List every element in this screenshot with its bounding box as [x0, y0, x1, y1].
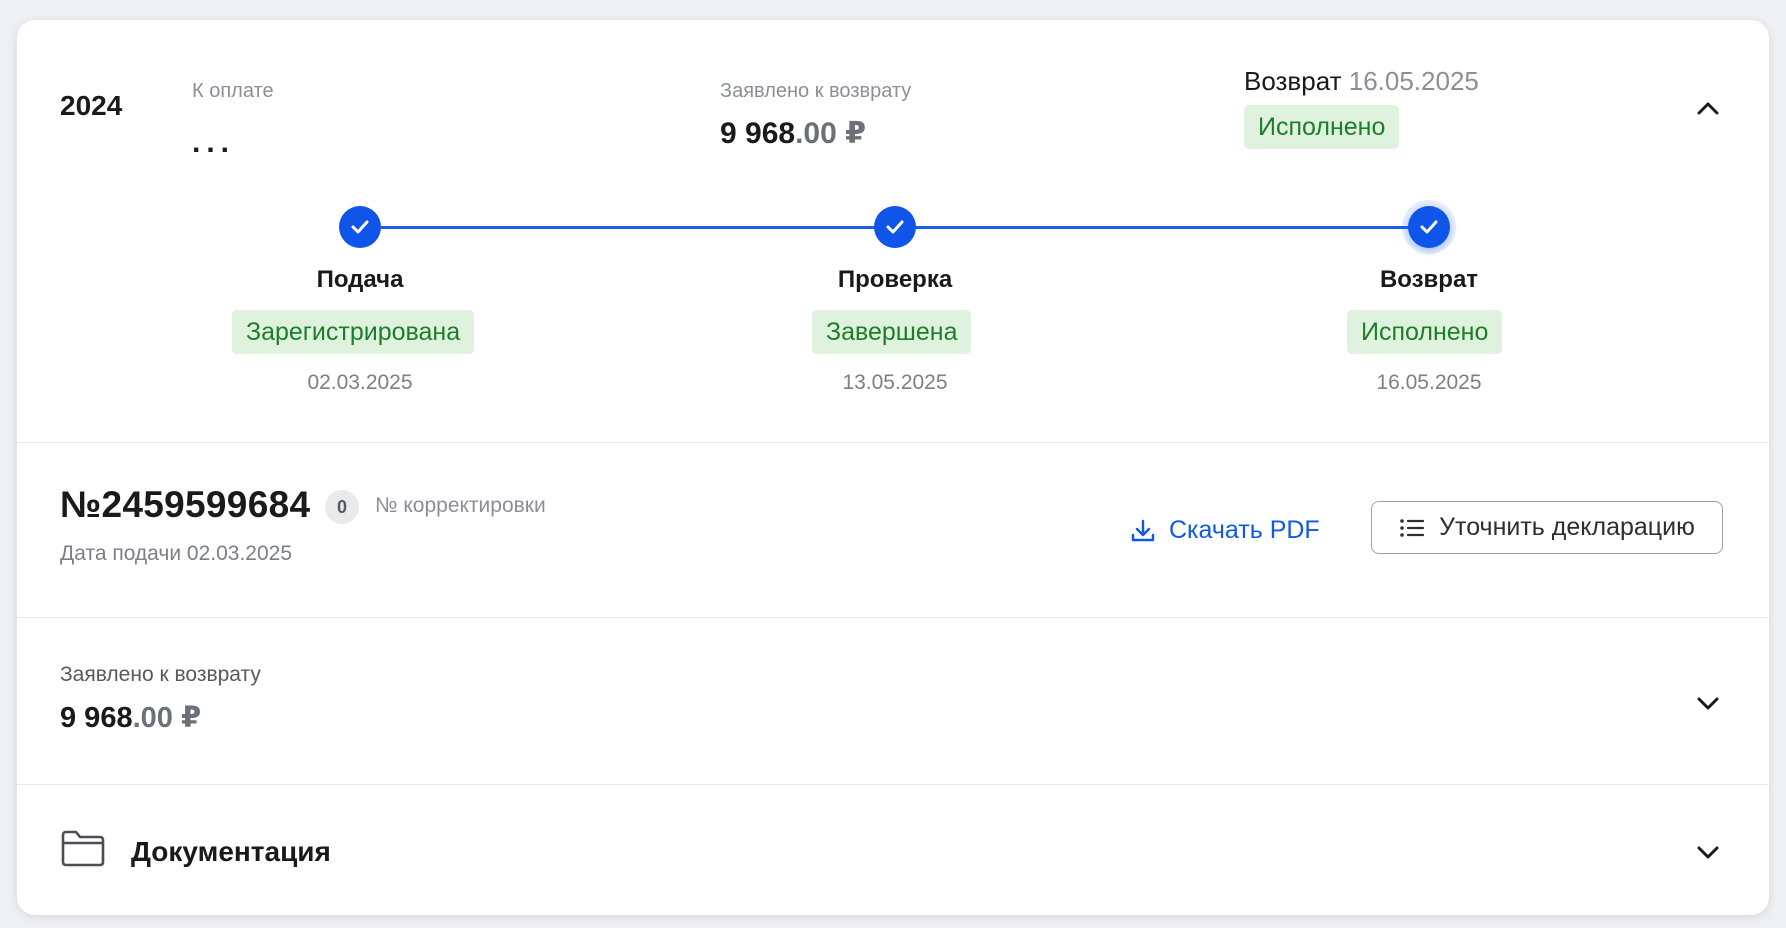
- folder-icon-wrap: [60, 829, 106, 872]
- tax-year: 2024: [60, 90, 123, 121]
- refine-declaration-label: Уточнить декларацию: [1439, 513, 1695, 541]
- declaration-number: №2459599684: [60, 484, 311, 525]
- divider: [17, 442, 1769, 443]
- chevron-down-icon: [1697, 846, 1719, 859]
- claimed-amount-dec: .00 ₽: [795, 117, 866, 150]
- download-pdf-label: Скачать PDF: [1169, 516, 1320, 544]
- step-status-filing: Зарегистрирована: [232, 310, 475, 354]
- list-icon: [1400, 518, 1425, 537]
- to-pay-label: К оплате: [192, 80, 274, 102]
- divider: [17, 784, 1769, 785]
- refine-declaration-button[interactable]: Уточнить декларацию: [1371, 501, 1723, 554]
- step-name-filing: Подача: [316, 266, 404, 293]
- timeline-connector-1: [360, 226, 895, 229]
- claimed-section-amount-int: 9 968: [60, 702, 133, 734]
- step-name-check: Проверка: [837, 266, 953, 293]
- check-icon: [1420, 220, 1438, 234]
- step-date-refund: 16.05.2025: [1376, 371, 1482, 394]
- correction-label: № корректировки: [375, 494, 546, 517]
- download-pdf-link[interactable]: Скачать PDF: [1129, 516, 1320, 545]
- step-date-check: 13.05.2025: [842, 371, 948, 394]
- claimed-amount: 9 968.00 ₽: [720, 116, 866, 151]
- check-icon: [886, 220, 904, 234]
- claimed-section-amount: 9 968.00 ₽: [60, 700, 201, 735]
- refund-status-badge: Исполнено: [1244, 105, 1400, 149]
- refund-header: Возврат 16.05.2025: [1244, 66, 1479, 97]
- refund-card: 2024 К оплате ... Заявлено к возврату 9 …: [17, 20, 1769, 915]
- check-icon: [351, 220, 369, 234]
- refund-date: 16.05.2025: [1348, 66, 1479, 96]
- expand-claimed-button[interactable]: [1688, 684, 1728, 724]
- documentation-title: Документация: [131, 836, 331, 867]
- expand-documentation-button[interactable]: [1688, 833, 1728, 873]
- step-date-filing: 02.03.2025: [307, 371, 413, 394]
- refund-label: Возврат: [1244, 66, 1342, 96]
- claimed-label: Заявлено к возврату: [720, 80, 912, 102]
- chevron-down-icon: [1697, 697, 1719, 710]
- claimed-section-label: Заявлено к возврату: [60, 663, 261, 686]
- step-name-refund: Возврат: [1379, 266, 1479, 293]
- claimed-amount-int: 9 968: [720, 117, 796, 150]
- step-check-1: [339, 206, 381, 248]
- timeline-connector-2: [895, 226, 1429, 229]
- step-status-check: Завершена: [812, 310, 972, 354]
- divider: [17, 617, 1769, 618]
- folder-icon: [61, 830, 105, 867]
- submit-date: Дата подачи 02.03.2025: [60, 542, 293, 565]
- collapse-button[interactable]: [1688, 88, 1728, 128]
- step-check-3: [1408, 206, 1450, 248]
- step-status-refund: Исполнено: [1347, 310, 1503, 354]
- download-icon: [1131, 519, 1155, 541]
- to-pay-value: ...: [192, 126, 236, 159]
- claimed-section-amount-dec: .00 ₽: [132, 702, 202, 734]
- correction-count-badge: 0: [325, 490, 359, 524]
- step-check-2: [874, 206, 916, 248]
- chevron-up-icon: [1697, 102, 1719, 115]
